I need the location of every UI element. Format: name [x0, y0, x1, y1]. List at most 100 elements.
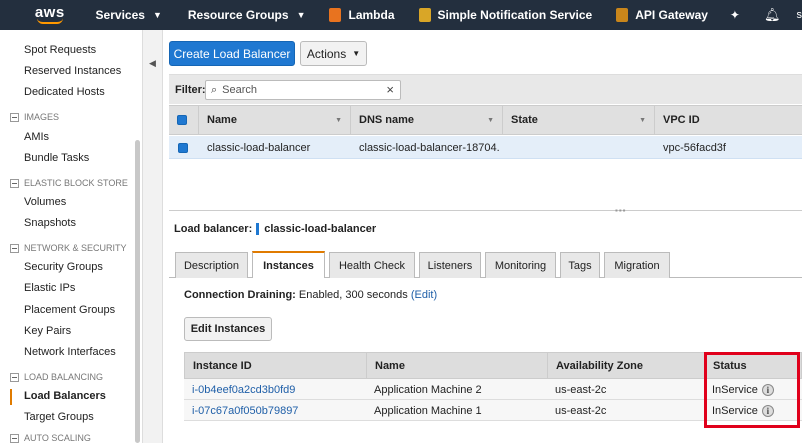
resource-groups-menu[interactable]: Resource Groups ▼ — [188, 8, 306, 22]
sidebar-section-heading[interactable]: LOAD BALANCING — [10, 372, 103, 382]
tab-listeners[interactable]: Listeners — [419, 252, 481, 278]
shortcut-label: Lambda — [348, 8, 395, 22]
sidebar-item-security-groups[interactable]: Security Groups — [24, 261, 103, 273]
sidebar-item-reserved-instances[interactable]: Reserved Instances — [24, 65, 121, 77]
sidebar-item-snapshots[interactable]: Snapshots — [24, 217, 76, 229]
connection-draining: Connection Draining: Enabled, 300 second… — [184, 289, 437, 301]
chevron-down-icon: ▼ — [296, 10, 306, 20]
lb-vpc: vpc-56facd3f — [663, 141, 726, 154]
sidebar-item-target-groups[interactable]: Target Groups — [24, 411, 94, 423]
search-placeholder: Search — [222, 84, 258, 96]
detail-tabs: Description Instances Health Check Liste… — [169, 250, 802, 278]
instance-id-link[interactable]: i-07c67a0f050b79897 — [184, 400, 298, 421]
sort-icon: ▼ — [639, 116, 646, 124]
col-state-label: State — [511, 114, 538, 126]
select-all-checkbox[interactable] — [177, 115, 187, 125]
tab-instances[interactable]: Instances — [252, 251, 325, 278]
bell-icon[interactable]: 🔔︎ — [764, 7, 781, 23]
shortcut-lambda[interactable]: Lambda — [329, 8, 395, 22]
tab-monitoring[interactable]: Monitoring — [485, 252, 556, 278]
lb-state — [511, 136, 651, 159]
toolbar: Create Load Balancer Actions ▼ — [163, 30, 802, 74]
tab-migration[interactable]: Migration — [604, 252, 670, 278]
chevron-down-icon: ▼ — [152, 10, 162, 20]
sidebar-section-heading[interactable]: NETWORK & SECURITY — [10, 243, 127, 253]
draining-label: Connection Draining: — [184, 289, 296, 301]
sidebar-section-heading[interactable]: ELASTIC BLOCK STORE — [10, 178, 128, 188]
create-load-balancer-button[interactable]: Create Load Balancer — [169, 41, 295, 66]
search-icon: ⌕ — [211, 83, 218, 96]
row-checkbox-cell — [178, 136, 188, 159]
top-nav: aws Services ▼ Resource Groups ▼ Lambda … — [0, 0, 802, 30]
col-state[interactable]: State ▼ — [503, 106, 655, 134]
detail-title: Load balancer: classic-load-balancer — [174, 223, 376, 235]
draining-edit-link[interactable]: (Edit) — [411, 289, 437, 301]
col-availability-zone[interactable]: Availability Zone — [548, 353, 705, 378]
collapse-icon — [10, 112, 19, 122]
detail-title-label: Load balancer: — [174, 223, 253, 235]
aws-logo[interactable]: aws — [30, 0, 70, 30]
services-menu[interactable]: Services ▼ — [96, 8, 162, 22]
instance-id-link[interactable]: i-0b4eef0a2cd3b0fd9 — [184, 379, 295, 400]
collapse-icon — [10, 178, 19, 188]
sort-icon: ▼ — [335, 116, 342, 124]
sidebar-section-label: LOAD BALANCING — [24, 372, 104, 382]
status-highlight-box — [704, 352, 800, 428]
tab-tags[interactable]: Tags — [560, 252, 600, 278]
collapse-icon — [10, 372, 19, 382]
sidebar-scrollbar[interactable] — [135, 140, 140, 443]
table-row[interactable]: classic-load-balancer classic-load-balan… — [169, 136, 802, 159]
actions-label: Actions — [306, 46, 347, 61]
sidebar-item-amis[interactable]: AMIs — [24, 131, 49, 143]
instance-zone: us-east-2c — [555, 404, 607, 417]
sidebar-collapse-column: ◀ — [143, 30, 163, 443]
sidebar-section-heading[interactable]: IMAGES — [10, 112, 59, 122]
lb-name: classic-load-balancer — [207, 141, 311, 154]
col-vpc[interactable]: VPC ID — [655, 106, 802, 134]
sort-icon: ▼ — [487, 116, 494, 124]
collapse-icon — [10, 433, 19, 443]
col-dns[interactable]: DNS name ▼ — [351, 106, 503, 134]
tab-description[interactable]: Description — [175, 252, 248, 278]
search-input[interactable]: ⌕ Search × — [205, 80, 401, 100]
pane-splitter[interactable]: ▪▪▪ — [169, 206, 802, 216]
sidebar-item-elastic-ips[interactable]: Elastic IPs — [24, 282, 75, 294]
sidebar-section-label: IMAGES — [24, 112, 60, 122]
sidebar-item-key-pairs[interactable]: Key Pairs — [24, 325, 71, 337]
pin-icon[interactable]: ✦ — [730, 8, 740, 22]
actions-button[interactable]: Actions ▼ — [300, 41, 367, 66]
collapse-arrow-icon[interactable]: ◀ — [149, 58, 156, 69]
row-checkbox[interactable] — [178, 142, 188, 153]
chevron-down-icon: ▼ — [352, 49, 361, 58]
shortcut-api-gateway[interactable]: API Gateway — [616, 8, 708, 22]
sidebar-item-volumes[interactable]: Volumes — [24, 196, 66, 208]
sidebar-item-spot-requests[interactable]: Spot Requests — [24, 44, 96, 56]
sidebar-item-load-balancers[interactable]: Load Balancers — [24, 390, 106, 402]
edit-instances-button[interactable]: Edit Instances — [184, 317, 272, 341]
col-instance-name[interactable]: Name — [367, 353, 548, 378]
sidebar-item-bundle-tasks[interactable]: Bundle Tasks — [24, 152, 89, 164]
resource-groups-label: Resource Groups — [187, 8, 289, 22]
instance-zone: us-east-2c — [555, 383, 607, 396]
lambda-icon — [329, 8, 342, 22]
drag-handle-icon[interactable]: ▪▪▪ — [615, 206, 627, 215]
aws-smile-icon — [36, 18, 63, 24]
sidebar-item-network-interfaces[interactable]: Network Interfaces — [24, 346, 116, 358]
sidebar-section-heading[interactable]: AUTO SCALING — [10, 433, 91, 443]
api-gateway-icon — [616, 8, 629, 22]
filter-label: Filter: — [175, 83, 206, 96]
sidebar-section-label: NETWORK & SECURITY — [24, 243, 127, 253]
tab-health-check[interactable]: Health Check — [329, 252, 415, 278]
sidebar-item-dedicated-hosts[interactable]: Dedicated Hosts — [24, 86, 105, 98]
services-label: Services — [95, 8, 145, 22]
shortcut-label: Simple Notification Service — [437, 8, 593, 22]
draining-value: Enabled, 300 seconds — [298, 289, 408, 301]
col-instance-id[interactable]: Instance ID — [185, 353, 367, 378]
col-vpc-label: VPC ID — [663, 114, 700, 126]
sidebar-item-placement-groups[interactable]: Placement Groups — [24, 304, 115, 316]
clear-icon[interactable]: × — [386, 82, 394, 97]
col-name[interactable]: Name ▼ — [199, 106, 351, 134]
shortcut-sns[interactable]: Simple Notification Service — [418, 8, 593, 22]
title-accent — [256, 223, 260, 235]
account-menu[interactable]: s — [797, 9, 802, 21]
